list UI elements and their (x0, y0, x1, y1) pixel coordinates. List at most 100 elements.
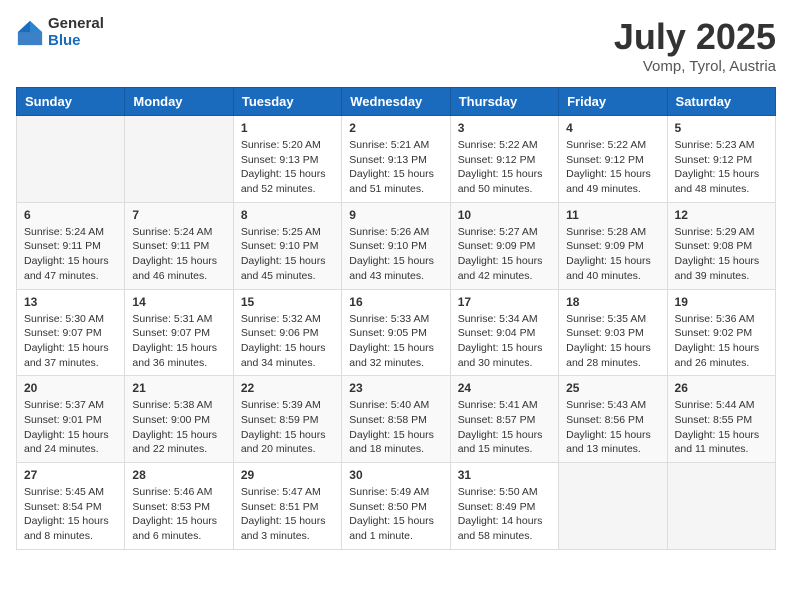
day-cell: 31Sunrise: 5:50 AM Sunset: 8:49 PM Dayli… (450, 463, 558, 550)
day-cell: 4 Sunrise: 5:22 AM Sunset: 9:12 PM Daylig… (559, 116, 667, 203)
day-number: 1 (241, 121, 334, 135)
day-info: Sunrise: 5:43 AM Sunset: 8:56 PM Dayligh… (566, 398, 659, 457)
day-number: 16 (349, 295, 442, 309)
day-info: Sunrise: 5:32 AM Sunset: 9:06 PM Dayligh… (241, 312, 334, 371)
day-cell: 25 Sunrise: 5:43 AM Sunset: 8:56 PM Dayli… (559, 376, 667, 463)
day-cell: 20Sunrise: 5:37 AM Sunset: 9:01 PM Dayli… (17, 376, 125, 463)
day-cell (125, 116, 233, 203)
day-info: Sunrise: 5:36 AM Sunset: 9:02 PM Dayligh… (675, 312, 768, 371)
day-info: Sunrise: 5:21 AM Sunset: 9:13 PM Dayligh… (349, 138, 442, 197)
day-number: 28 (132, 468, 225, 482)
day-number: 8 (241, 208, 334, 222)
day-info: Sunrise: 5:28 AM Sunset: 9:09 PM Dayligh… (566, 225, 659, 284)
day-cell: 2 Sunrise: 5:21 AM Sunset: 9:13 PM Daylig… (342, 116, 450, 203)
day-number: 12 (675, 208, 768, 222)
week-row-4: 20Sunrise: 5:37 AM Sunset: 9:01 PM Dayli… (17, 376, 776, 463)
day-info: Sunrise: 5:46 AM Sunset: 8:53 PM Dayligh… (132, 485, 225, 544)
day-number: 14 (132, 295, 225, 309)
day-cell: 6Sunrise: 5:24 AM Sunset: 9:11 PM Daylig… (17, 202, 125, 289)
day-info: Sunrise: 5:22 AM Sunset: 9:12 PM Dayligh… (458, 138, 551, 197)
day-number: 4 (566, 121, 659, 135)
day-cell: 8 Sunrise: 5:25 AM Sunset: 9:10 PM Daylig… (233, 202, 341, 289)
day-info: Sunrise: 5:24 AM Sunset: 9:11 PM Dayligh… (24, 225, 117, 284)
day-info: Sunrise: 5:22 AM Sunset: 9:12 PM Dayligh… (566, 138, 659, 197)
day-number: 9 (349, 208, 442, 222)
day-info: Sunrise: 5:20 AM Sunset: 9:13 PM Dayligh… (241, 138, 334, 197)
day-info: Sunrise: 5:41 AM Sunset: 8:57 PM Dayligh… (458, 398, 551, 457)
day-number: 7 (132, 208, 225, 222)
day-cell: 23 Sunrise: 5:40 AM Sunset: 8:58 PM Dayli… (342, 376, 450, 463)
day-number: 13 (24, 295, 117, 309)
day-number: 26 (675, 381, 768, 395)
day-number: 17 (458, 295, 551, 309)
column-header-saturday: Saturday (667, 88, 775, 116)
day-info: Sunrise: 5:47 AM Sunset: 8:51 PM Dayligh… (241, 485, 334, 544)
day-number: 31 (458, 468, 551, 482)
day-number: 21 (132, 381, 225, 395)
day-cell: 17 Sunrise: 5:34 AM Sunset: 9:04 PM Dayli… (450, 289, 558, 376)
column-header-friday: Friday (559, 88, 667, 116)
day-cell: 14 Sunrise: 5:31 AM Sunset: 9:07 PM Dayli… (125, 289, 233, 376)
day-number: 5 (675, 121, 768, 135)
calendar-table: SundayMondayTuesdayWednesdayThursdayFrid… (16, 87, 776, 550)
day-cell: 12 Sunrise: 5:29 AM Sunset: 9:08 PM Dayli… (667, 202, 775, 289)
day-number: 11 (566, 208, 659, 222)
calendar-header: SundayMondayTuesdayWednesdayThursdayFrid… (17, 88, 776, 116)
day-number: 2 (349, 121, 442, 135)
logo-general-text: General (48, 16, 104, 33)
day-number: 27 (24, 468, 117, 482)
day-number: 29 (241, 468, 334, 482)
day-cell: 7Sunrise: 5:24 AM Sunset: 9:11 PM Daylig… (125, 202, 233, 289)
week-row-5: 27 Sunrise: 5:45 AM Sunset: 8:54 PM Dayli… (17, 463, 776, 550)
day-cell (667, 463, 775, 550)
day-number: 10 (458, 208, 551, 222)
week-row-3: 13 Sunrise: 5:30 AM Sunset: 9:07 PM Dayli… (17, 289, 776, 376)
column-header-sunday: Sunday (17, 88, 125, 116)
column-header-monday: Monday (125, 88, 233, 116)
day-cell: 1 Sunrise: 5:20 AM Sunset: 9:13 PM Daylig… (233, 116, 341, 203)
day-number: 15 (241, 295, 334, 309)
day-number: 25 (566, 381, 659, 395)
day-cell: 27 Sunrise: 5:45 AM Sunset: 8:54 PM Dayli… (17, 463, 125, 550)
day-number: 3 (458, 121, 551, 135)
calendar-body: 1 Sunrise: 5:20 AM Sunset: 9:13 PM Daylig… (17, 116, 776, 550)
day-info: Sunrise: 5:38 AM Sunset: 9:00 PM Dayligh… (132, 398, 225, 457)
day-info: Sunrise: 5:29 AM Sunset: 9:08 PM Dayligh… (675, 225, 768, 284)
day-number: 23 (349, 381, 442, 395)
header-row: SundayMondayTuesdayWednesdayThursdayFrid… (17, 88, 776, 116)
day-info: Sunrise: 5:30 AM Sunset: 9:07 PM Dayligh… (24, 312, 117, 371)
day-info: Sunrise: 5:27 AM Sunset: 9:09 PM Dayligh… (458, 225, 551, 284)
day-cell: 24Sunrise: 5:41 AM Sunset: 8:57 PM Dayli… (450, 376, 558, 463)
day-number: 30 (349, 468, 442, 482)
logo-text: General Blue (48, 16, 104, 49)
column-header-tuesday: Tuesday (233, 88, 341, 116)
day-cell: 26Sunrise: 5:44 AM Sunset: 8:55 PM Dayli… (667, 376, 775, 463)
day-info: Sunrise: 5:35 AM Sunset: 9:03 PM Dayligh… (566, 312, 659, 371)
day-cell (559, 463, 667, 550)
day-info: Sunrise: 5:40 AM Sunset: 8:58 PM Dayligh… (349, 398, 442, 457)
day-number: 20 (24, 381, 117, 395)
week-row-1: 1 Sunrise: 5:20 AM Sunset: 9:13 PM Daylig… (17, 116, 776, 203)
day-cell: 13 Sunrise: 5:30 AM Sunset: 9:07 PM Dayli… (17, 289, 125, 376)
day-cell: 3 Sunrise: 5:22 AM Sunset: 9:12 PM Daylig… (450, 116, 558, 203)
day-cell: 21 Sunrise: 5:38 AM Sunset: 9:00 PM Dayli… (125, 376, 233, 463)
month-title: July 2025 (614, 16, 776, 58)
day-info: Sunrise: 5:45 AM Sunset: 8:54 PM Dayligh… (24, 485, 117, 544)
day-cell: 28 Sunrise: 5:46 AM Sunset: 8:53 PM Dayli… (125, 463, 233, 550)
location: Vomp, Tyrol, Austria (614, 58, 776, 75)
day-cell (17, 116, 125, 203)
column-header-thursday: Thursday (450, 88, 558, 116)
day-info: Sunrise: 5:39 AM Sunset: 8:59 PM Dayligh… (241, 398, 334, 457)
day-info: Sunrise: 5:25 AM Sunset: 9:10 PM Dayligh… (241, 225, 334, 284)
day-number: 19 (675, 295, 768, 309)
day-info: Sunrise: 5:34 AM Sunset: 9:04 PM Dayligh… (458, 312, 551, 371)
day-info: Sunrise: 5:31 AM Sunset: 9:07 PM Dayligh… (132, 312, 225, 371)
day-cell: 30Sunrise: 5:49 AM Sunset: 8:50 PM Dayli… (342, 463, 450, 550)
day-info: Sunrise: 5:33 AM Sunset: 9:05 PM Dayligh… (349, 312, 442, 371)
day-cell: 18Sunrise: 5:35 AM Sunset: 9:03 PM Dayli… (559, 289, 667, 376)
column-header-wednesday: Wednesday (342, 88, 450, 116)
day-info: Sunrise: 5:23 AM Sunset: 9:12 PM Dayligh… (675, 138, 768, 197)
week-row-2: 6Sunrise: 5:24 AM Sunset: 9:11 PM Daylig… (17, 202, 776, 289)
logo-icon (16, 19, 44, 47)
day-cell: 9Sunrise: 5:26 AM Sunset: 9:10 PM Daylig… (342, 202, 450, 289)
